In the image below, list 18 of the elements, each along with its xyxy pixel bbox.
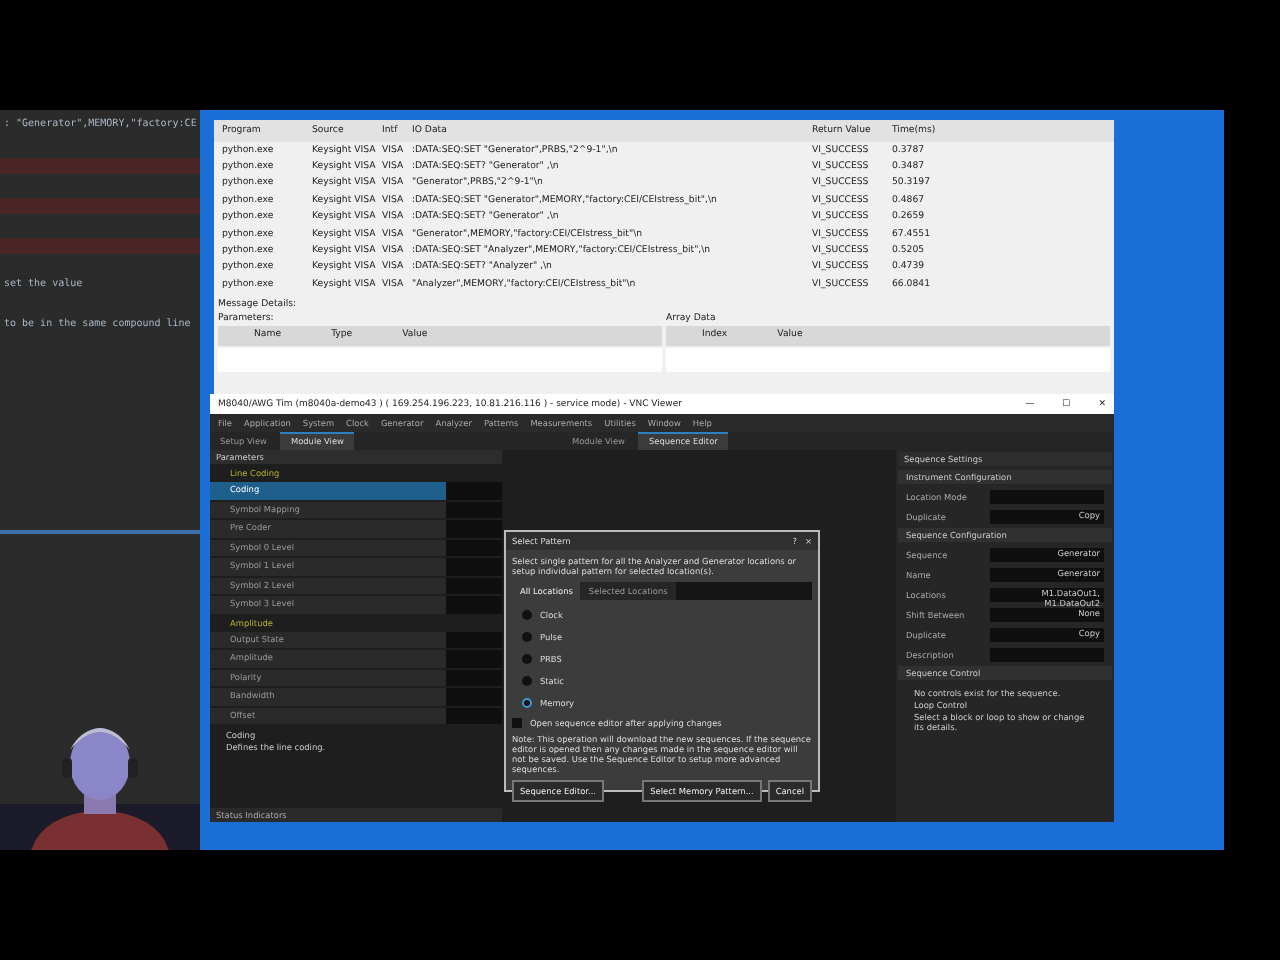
parameter-value-field[interactable] [446,558,502,575]
parameter-value-field[interactable] [446,539,502,556]
parameter-value-field[interactable] [446,669,502,686]
parameter-value-field[interactable] [446,650,502,667]
radio-button[interactable] [522,632,532,642]
parameter-value-field[interactable] [446,501,502,518]
checkbox[interactable] [512,718,522,728]
parameter-value-field[interactable] [446,707,502,724]
parameter-value-field[interactable] [446,520,502,537]
parameter-value-field[interactable] [446,577,502,594]
radio-button[interactable] [522,676,532,686]
radio-button[interactable] [522,654,532,664]
parameter-value-field[interactable] [446,482,502,499]
parameter-value-field[interactable] [446,596,502,613]
radio-button[interactable] [522,610,532,620]
parameter-value-field[interactable] [446,688,502,705]
radio-button[interactable] [522,698,532,708]
parameter-value-field[interactable] [446,631,502,648]
